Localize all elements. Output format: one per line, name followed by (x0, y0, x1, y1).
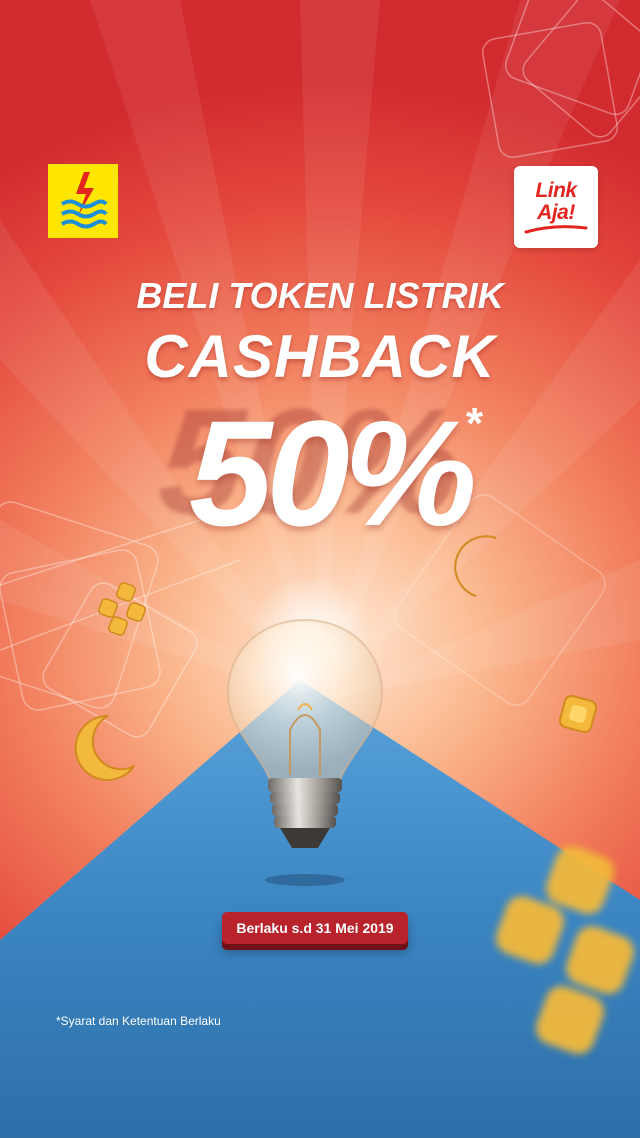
linkaja-wordmark: Link Aja! (535, 179, 577, 224)
validity-badge: Berlaku s.d 31 Mei 2019 (222, 912, 408, 944)
blurred-ketupat-ornament-icon (496, 846, 634, 1054)
gold-square-ornament-icon (558, 694, 598, 734)
linkaja-swoosh-icon (524, 225, 588, 234)
linkaja-logo: Link Aja! (514, 166, 598, 248)
crescent-moon-icon (454, 535, 497, 597)
ketupat-ornament-icon (98, 582, 146, 636)
crescent-moon-icon (74, 714, 135, 781)
light-bulb-icon (226, 580, 384, 886)
terms-footnote: *Syarat dan Ketentuan Berlaku (56, 1014, 221, 1028)
promo-banner: Link Aja! BELI TOKEN LISTRIK CASHBACK 50… (0, 0, 640, 1138)
pln-logo (48, 164, 118, 238)
headline-buy-token: BELI TOKEN LISTRIK (136, 275, 504, 316)
asterisk-mark: * (466, 399, 484, 448)
